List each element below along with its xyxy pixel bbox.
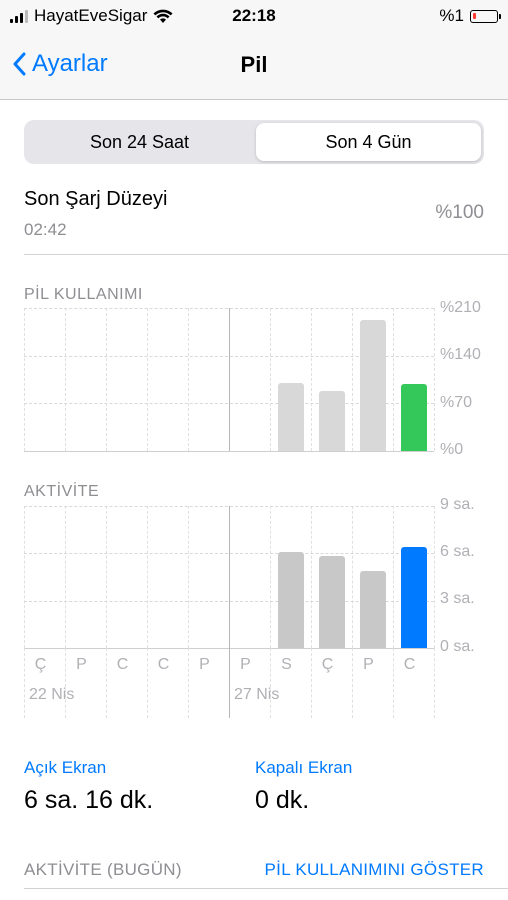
chart-bar	[318, 556, 345, 648]
battery-usage-label: PİL KULLANIMI	[24, 286, 143, 303]
last-charge-title: Son Şarj Düzeyi	[24, 188, 168, 210]
chart-vgrid	[393, 308, 394, 451]
chart-vgrid	[311, 308, 312, 451]
chart-vgrid	[311, 506, 312, 648]
chart-vgrid	[229, 308, 230, 451]
chart-hgrid	[24, 553, 434, 555]
date-label: 22 Nis	[29, 686, 75, 703]
chart-bar	[277, 382, 304, 451]
chart-vgrid	[188, 506, 189, 648]
show-battery-usage-button[interactable]: PİL KULLANIMINI GÖSTER	[265, 860, 484, 880]
last-charge-value: %100	[435, 202, 484, 223]
battery-ytick: %140	[440, 346, 481, 363]
x-tick-label: C	[116, 656, 129, 673]
screen-on-label: Açık Ekran	[24, 758, 107, 777]
chart-vgrid	[106, 308, 107, 451]
x-tick-label: P	[240, 656, 251, 673]
chart-vgrid	[65, 308, 66, 451]
chart-vgrid	[147, 308, 148, 451]
activity-ytick: 9 sa.	[440, 496, 475, 513]
last-charge-time: 02:42	[24, 220, 67, 239]
x-tick-label: P	[363, 656, 374, 673]
screen-on-value: 6 sa. 16 dk.	[24, 786, 154, 814]
date-label: 27 Nis	[234, 686, 280, 703]
chart-vgrid	[65, 506, 66, 648]
chart-vgrid	[229, 506, 230, 648]
screen-off-value: 0 dk.	[255, 786, 310, 814]
chart-vgrid	[270, 506, 271, 648]
x-tick-label: C	[157, 656, 170, 673]
nav-bar: Ayarlar Pil	[0, 34, 508, 100]
divider	[24, 254, 508, 255]
chart-bar	[277, 551, 304, 648]
chart-vgrid	[270, 308, 271, 451]
chart-vgrid	[393, 506, 394, 648]
battery-content: Son 24 Saat Son 4 Gün Son Şarj Düzeyi 02…	[0, 100, 508, 900]
chart-bar	[318, 391, 345, 451]
battery-usage-chart	[24, 308, 435, 452]
x-tick-label: Ç	[34, 656, 47, 673]
page-title: Pil	[240, 52, 268, 77]
status-bar: HayatEveSigar 22:18 %1	[0, 0, 508, 34]
status-time: 22:18	[232, 6, 276, 25]
chart-vgrid	[24, 506, 25, 648]
status-right: %1	[439, 6, 501, 26]
period-segmented-control: Son 24 Saat Son 4 Gün	[24, 120, 484, 164]
chart-vgrid	[106, 506, 107, 648]
chart-vgrid	[24, 308, 25, 451]
battery-percent: %1	[439, 6, 464, 25]
activity-chart	[24, 506, 435, 649]
chart-vgrid	[434, 308, 435, 451]
chart-hgrid	[24, 451, 434, 452]
x-tick-label: P	[199, 656, 210, 673]
activity-ytick: 6 sa.	[440, 543, 475, 560]
x-axis-area: Ç P C C P P S Ç P C 22 Nis 27 Nis	[24, 648, 435, 718]
chart-bar	[359, 319, 386, 451]
chart-hgrid	[24, 308, 434, 309]
chart-vgrid	[434, 648, 435, 718]
segment-last-24-hours[interactable]: Son 24 Saat	[27, 123, 252, 161]
chart-bar	[400, 384, 427, 451]
activity-today-label: AKTİVİTE (BUGÜN)	[24, 860, 182, 879]
screen-off-label: Kapalı Ekran	[255, 758, 353, 777]
x-tick-label: S	[281, 656, 292, 673]
battery-ytick: %210	[440, 299, 481, 316]
activity-label: AKTİVİTE	[24, 483, 100, 500]
chart-vgrid	[147, 506, 148, 648]
footer-divider	[24, 888, 508, 889]
chart-vgrid	[352, 506, 353, 648]
battery-ytick: %70	[440, 394, 473, 411]
chart-bar	[359, 570, 386, 648]
chart-vgrid	[434, 506, 435, 648]
chart-bar	[400, 547, 427, 648]
battery-ytick: %0	[440, 441, 464, 458]
x-tick-label: P	[76, 656, 87, 673]
segment-last-4-days[interactable]: Son 4 Gün	[256, 123, 481, 161]
chart-hgrid	[24, 506, 434, 507]
activity-ytick: 3 sa.	[440, 590, 475, 607]
battery-icon	[470, 9, 501, 23]
chart-vgrid	[188, 308, 189, 451]
x-tick-label: Ç	[321, 656, 334, 673]
x-tick-label: C	[403, 656, 416, 673]
chart-vgrid	[352, 308, 353, 451]
activity-ytick: 0 sa.	[440, 638, 475, 655]
